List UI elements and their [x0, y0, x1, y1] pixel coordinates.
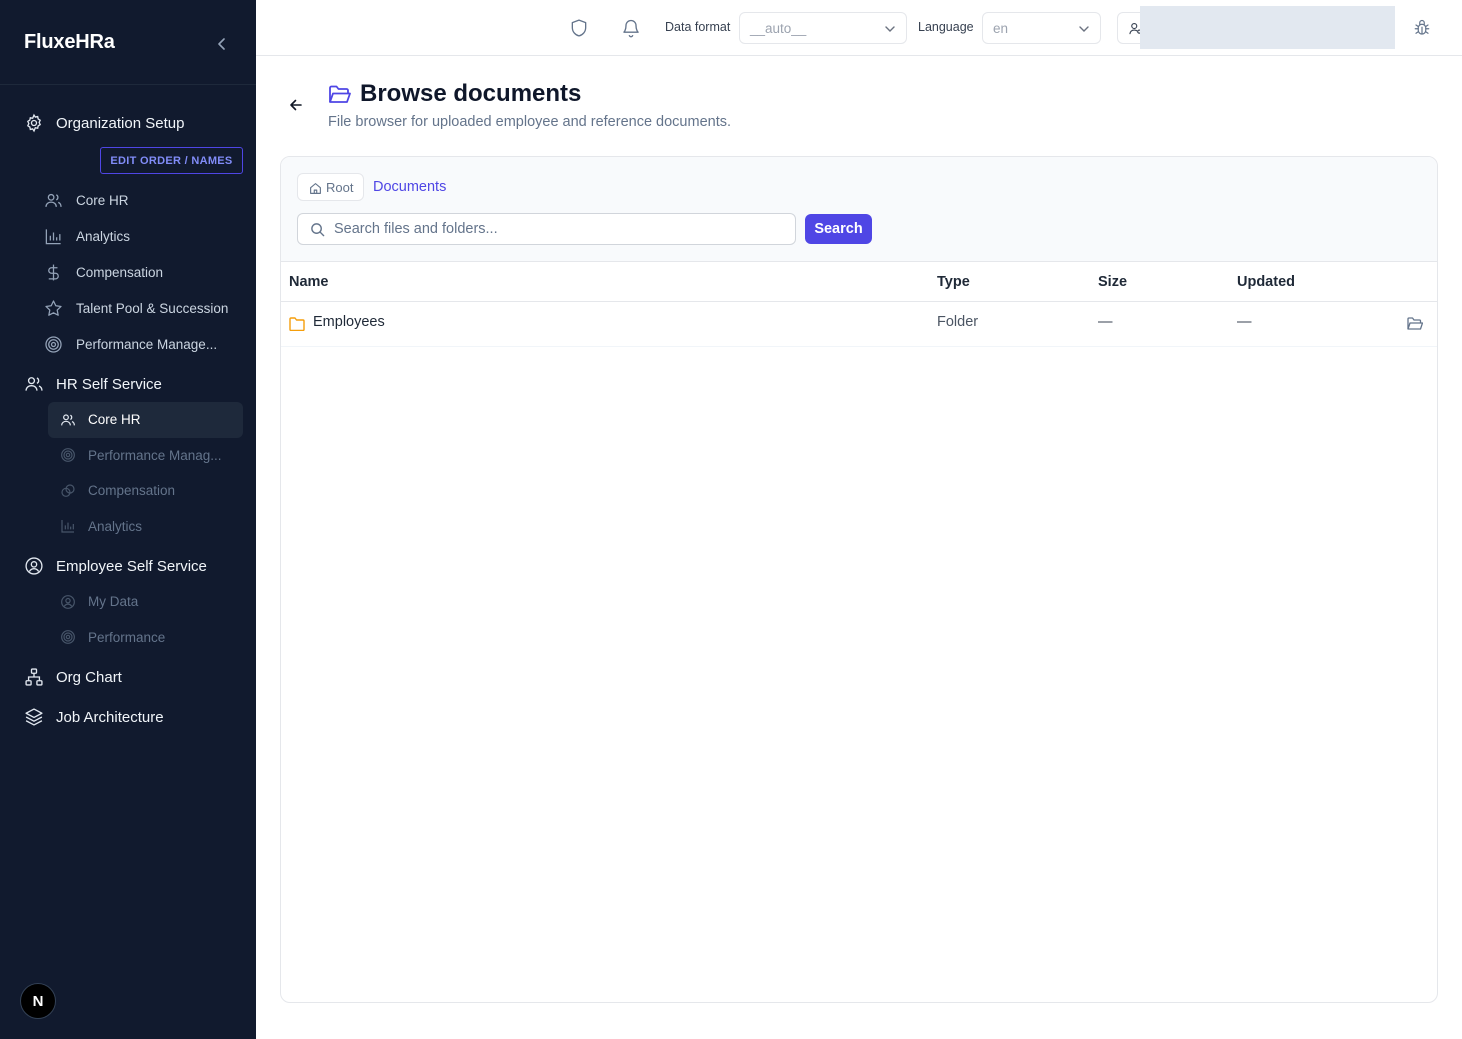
star-icon — [45, 299, 62, 316]
gear-icon — [26, 113, 42, 133]
bell-icon[interactable] — [621, 18, 641, 38]
sidebar-subitem-performance-ess[interactable]: Performance — [48, 620, 243, 656]
chevron-left-icon[interactable] — [216, 38, 228, 50]
sidebar-section-label: Org Chart — [56, 668, 122, 686]
sidebar-section-label: Employee Self Service — [56, 557, 207, 575]
user-name-redacted — [1140, 6, 1395, 49]
dev-tools-badge[interactable]: N — [20, 983, 56, 1019]
users-icon — [61, 414, 75, 426]
breadcrumb-current[interactable]: Documents — [373, 179, 446, 195]
sidebar: FluxeHRa Organization Setup EDIT ORDER /… — [0, 0, 256, 1039]
search-button[interactable]: Search — [805, 214, 872, 244]
page-subtitle: File browser for uploaded employee and r… — [328, 114, 732, 130]
sidebar-subitem-compensation[interactable]: Compensation — [48, 473, 243, 509]
data-format-label: Data format — [665, 20, 731, 34]
row-updated: — — [1237, 314, 1252, 330]
sidebar-item-label: Performance — [88, 629, 166, 645]
row-name[interactable]: Employees — [313, 314, 385, 330]
file-browser-card: Root Documents Search Name Type Size Upd… — [280, 156, 1438, 1003]
sidebar-item-label: Compensation — [76, 264, 164, 280]
sidebar-section-org-chart[interactable]: Org Chart — [0, 659, 256, 695]
sidebar-subitem-my-data[interactable]: My Data — [48, 584, 243, 620]
sidebar-item-compensation[interactable]: Compensation — [0, 254, 256, 290]
search-input[interactable] — [334, 214, 784, 244]
top-bar: Data format __auto__ Language en — [256, 0, 1462, 56]
sidebar-item-label: Performance Manag... — [88, 447, 222, 463]
column-header-updated[interactable]: Updated — [1237, 274, 1295, 290]
page-title: Browse documents — [360, 80, 582, 107]
breadcrumb-root-label: Root — [326, 179, 354, 195]
arrow-left-icon[interactable] — [288, 97, 304, 113]
dollar-icon — [48, 264, 59, 280]
brand-logo: FluxeHRa — [24, 30, 115, 53]
sidebar-item-label: Core HR — [88, 412, 141, 428]
chevron-down-icon — [885, 26, 895, 32]
target-icon — [61, 630, 75, 645]
bar-chart-icon — [61, 520, 74, 533]
folder-open-icon — [329, 85, 351, 103]
search-icon — [311, 223, 325, 237]
users-icon — [25, 377, 43, 391]
sidebar-section-organization-setup[interactable]: Organization Setup — [0, 105, 256, 141]
edit-order-button[interactable]: EDIT ORDER / NAMES — [100, 147, 243, 174]
language-value: en — [993, 20, 1009, 36]
sidebar-section-label: Organization Setup — [56, 114, 185, 132]
table-row[interactable]: Employees Folder — — — [281, 302, 1437, 347]
sidebar-section-label: HR Self Service — [56, 375, 162, 393]
language-select[interactable]: en — [982, 12, 1101, 44]
sidebar-section-label: Job Architecture — [56, 708, 164, 726]
org-chart-icon — [25, 668, 43, 686]
sidebar-section-hr-self-service[interactable]: HR Self Service — [0, 366, 256, 402]
home-icon — [310, 183, 321, 194]
sidebar-subitem-core-hr[interactable]: Core HR — [48, 402, 243, 438]
sidebar-item-performance[interactable]: Performance Manage... — [0, 326, 256, 362]
user-circle-icon — [25, 557, 43, 575]
column-header-size[interactable]: Size — [1098, 274, 1127, 290]
sidebar-item-label: Talent Pool & Succession — [76, 300, 229, 316]
data-format-value: __auto__ — [750, 20, 807, 36]
sidebar-section-job-architecture[interactable]: Job Architecture — [0, 699, 256, 735]
sidebar-item-label: Analytics — [76, 228, 131, 244]
sidebar-item-label: Core HR — [76, 192, 129, 208]
row-size: — — [1098, 314, 1113, 330]
sidebar-item-analytics[interactable]: Analytics — [0, 218, 256, 254]
shield-icon[interactable] — [569, 18, 589, 38]
users-icon — [45, 193, 62, 207]
sidebar-item-talent-pool[interactable]: Talent Pool & Succession — [0, 290, 256, 326]
sidebar-section-employee-self-service[interactable]: Employee Self Service — [0, 548, 256, 584]
sidebar-item-core-hr[interactable]: Core HR — [0, 182, 256, 218]
chevron-down-icon — [1079, 26, 1089, 32]
target-icon — [45, 335, 62, 353]
target-icon — [61, 448, 75, 463]
data-format-select[interactable]: __auto__ — [739, 12, 907, 44]
column-header-type[interactable]: Type — [937, 274, 970, 290]
sidebar-item-label: Performance Manage... — [76, 336, 218, 352]
search-box — [297, 213, 796, 245]
sidebar-nav: Organization Setup EDIT ORDER / NAMES Co… — [0, 85, 256, 735]
sidebar-item-label: My Data — [88, 594, 139, 610]
brand-header: FluxeHRa — [0, 0, 256, 85]
folder-open-icon[interactable] — [1407, 317, 1423, 331]
row-type: Folder — [937, 314, 979, 330]
column-header-name[interactable]: Name — [289, 274, 329, 290]
user-circle-icon — [61, 594, 75, 609]
sidebar-subitem-performance[interactable]: Performance Manag... — [48, 438, 243, 474]
sidebar-item-label: Compensation — [88, 483, 176, 499]
coins-icon — [61, 484, 75, 497]
sidebar-subitem-analytics[interactable]: Analytics — [48, 509, 243, 545]
bar-chart-icon — [45, 228, 61, 244]
sidebar-item-label: Analytics — [88, 518, 143, 534]
layers-icon — [25, 708, 43, 726]
file-browser-toolbar: Root Documents Search — [281, 157, 1437, 262]
folder-icon — [289, 317, 305, 331]
table-header: Name Type Size Updated — [281, 262, 1437, 302]
bug-icon[interactable] — [1413, 19, 1431, 37]
language-label: Language — [918, 20, 974, 34]
breadcrumb-root[interactable]: Root — [297, 173, 365, 201]
